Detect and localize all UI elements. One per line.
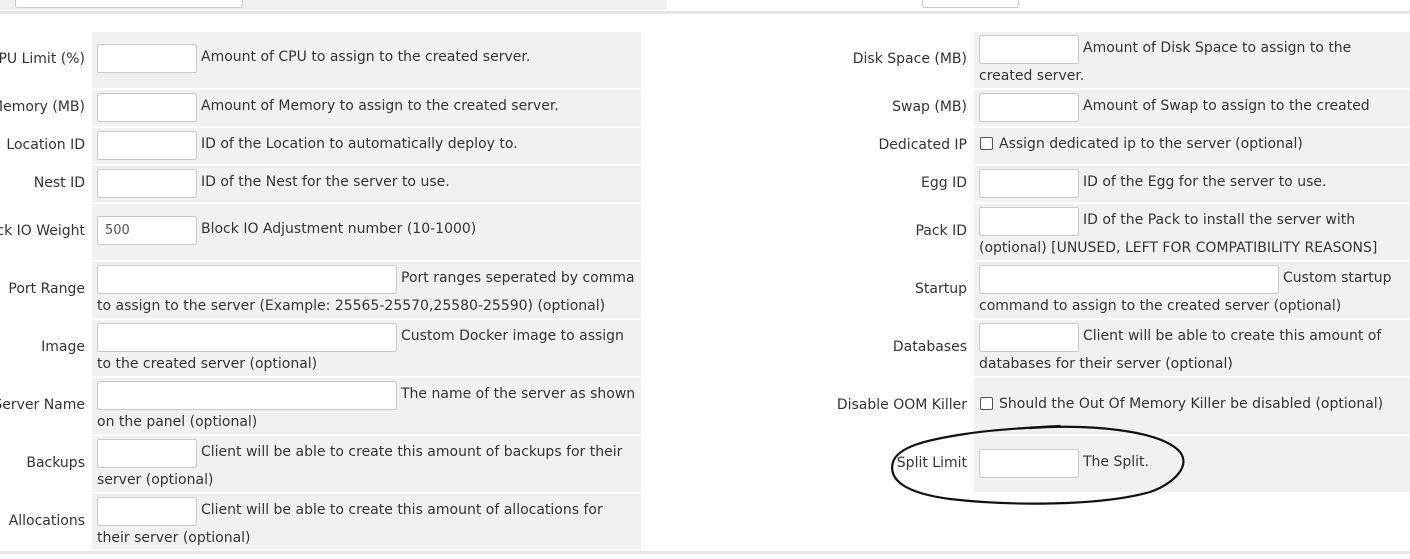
image-input[interactable]	[97, 323, 397, 352]
swap-input[interactable]	[979, 93, 1079, 122]
databases-cell: Client will be able to create this amoun…	[974, 320, 1410, 376]
disk-space-label: Disk Space (MB)	[852, 51, 967, 67]
allocations-label: Allocations	[8, 513, 85, 529]
memory-label: Memory (MB)	[0, 99, 85, 115]
memory-cell: Amount of Memory to assign to the create…	[92, 90, 641, 126]
port-range-input[interactable]	[97, 265, 397, 294]
dedicated-ip-description: Assign dedicated ip to the server (optio…	[999, 136, 1303, 152]
split-limit-label: Split Limit	[896, 455, 967, 471]
server-name-input[interactable]	[97, 381, 397, 410]
disk-space-input[interactable]	[979, 35, 1079, 64]
pack-id-label: Pack ID	[915, 223, 967, 239]
cpu-limit-label: CPU Limit (%)	[0, 51, 85, 67]
memory-input[interactable]	[97, 93, 197, 122]
image-label: Image	[41, 339, 85, 355]
server-name-cell: The name of the server as shown on the p…	[92, 378, 641, 434]
dedicated-ip-label: Dedicated IP	[878, 137, 967, 153]
pack-id-cell: ID of the Pack to install the server wit…	[974, 204, 1410, 260]
dedicated-ip-checkbox[interactable]	[980, 136, 993, 150]
block-io-weight-input[interactable]	[97, 216, 197, 245]
location-id-description: ID of the Location to automatically depl…	[201, 136, 518, 152]
top-row-input-right[interactable]	[922, 0, 1019, 8]
disable-oom-killer-cell: Should the Out Of Memory Killer be disab…	[974, 378, 1410, 434]
disable-oom-killer-checkbox[interactable]	[980, 396, 993, 410]
split-limit-cell: The Split.	[974, 436, 1410, 492]
egg-id-input[interactable]	[979, 169, 1079, 198]
backups-input[interactable]	[97, 439, 197, 468]
nest-id-description: ID of the Nest for the server to use.	[201, 174, 450, 190]
egg-id-cell: ID of the Egg for the server to use.	[974, 166, 1410, 202]
backups-cell: Client will be able to create this amoun…	[92, 436, 641, 492]
nest-id-cell: ID of the Nest for the server to use.	[92, 166, 641, 202]
swap-label: Swap (MB)	[892, 99, 967, 115]
nest-id-label: Nest ID	[33, 175, 85, 191]
block-io-weight-cell: Block IO Adjustment number (10-1000)	[92, 204, 641, 260]
startup-label: Startup	[915, 281, 967, 297]
backups-label: Backups	[26, 455, 85, 471]
cpu-limit-cell: Amount of CPU to assign to the created s…	[92, 32, 641, 88]
location-id-label: Location ID	[6, 137, 85, 153]
port-range-label: Port Range	[8, 281, 85, 297]
swap-cell: Amount of Swap to assign to the created …	[974, 90, 1410, 142]
disable-oom-killer-description: Should the Out Of Memory Killer be disab…	[999, 396, 1384, 412]
section-divider-top	[0, 11, 1410, 14]
memory-description: Amount of Memory to assign to the create…	[201, 98, 559, 114]
server-name-label: Server Name	[0, 397, 85, 413]
disable-oom-killer-label: Disable OOM Killer	[836, 397, 967, 413]
location-id-cell: ID of the Location to automatically depl…	[92, 128, 641, 164]
databases-label: Databases	[892, 339, 967, 355]
egg-id-description: ID of the Egg for the server to use.	[1083, 174, 1327, 190]
databases-input[interactable]	[979, 323, 1079, 352]
egg-id-label: Egg ID	[921, 175, 967, 191]
startup-cell: Custom startup command to assign to the …	[974, 262, 1410, 318]
split-limit-input[interactable]	[979, 449, 1079, 478]
location-id-input[interactable]	[97, 131, 197, 160]
pack-id-input[interactable]	[979, 207, 1079, 236]
port-range-cell: Port ranges seperated by comma to assign…	[92, 262, 641, 318]
block-io-weight-label: Block IO Weight	[0, 223, 85, 239]
cpu-limit-input[interactable]	[97, 44, 197, 73]
startup-input[interactable]	[979, 265, 1279, 294]
section-divider-bottom	[0, 551, 1410, 554]
dedicated-ip-cell: Assign dedicated ip to the server (optio…	[974, 128, 1410, 164]
block-io-weight-description: Block IO Adjustment number (10-1000)	[201, 221, 477, 237]
image-cell: Custom Docker image to assign to the cre…	[92, 320, 641, 376]
disk-space-cell: Amount of Disk Space to assign to the cr…	[974, 32, 1410, 88]
cpu-limit-description: Amount of CPU to assign to the created s…	[201, 49, 531, 65]
top-row-input-left[interactable]	[15, 0, 243, 8]
nest-id-input[interactable]	[97, 169, 197, 198]
split-limit-description: The Split.	[1083, 454, 1149, 470]
allocations-cell: Client will be able to create this amoun…	[92, 494, 641, 550]
allocations-input[interactable]	[97, 497, 197, 526]
